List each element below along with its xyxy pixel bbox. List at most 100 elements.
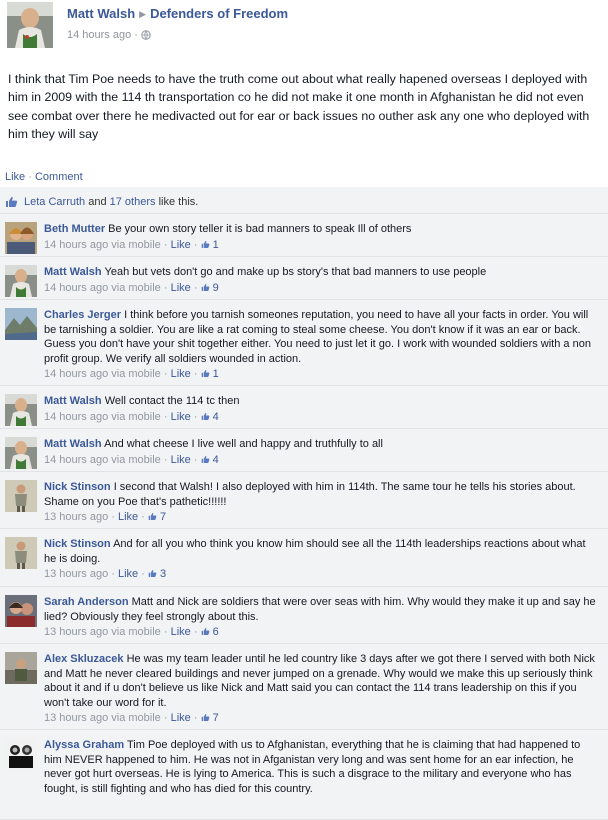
comment-author-link[interactable]: Alex Skluzacek bbox=[44, 653, 124, 665]
comment-like-link[interactable]: Like bbox=[118, 511, 138, 523]
comment-like-count[interactable]: 6 bbox=[201, 626, 219, 638]
comment-like-count[interactable]: 1 bbox=[201, 368, 219, 380]
comment-text-line: Matt Walsh And what cheese I live well a… bbox=[44, 437, 598, 452]
comment-timestamp[interactable]: 14 hours ago via mobile bbox=[44, 368, 161, 380]
comment-text-line: Alex Skluzacek He was my team leader unt… bbox=[44, 652, 598, 710]
like-link[interactable]: Like bbox=[5, 171, 25, 183]
comment-timestamp[interactable]: 13 hours ago bbox=[44, 568, 108, 580]
commenter-avatar[interactable] bbox=[5, 738, 37, 770]
post-timestamp[interactable]: 14 hours ago bbox=[67, 29, 131, 41]
likes-and-text: and bbox=[88, 196, 107, 208]
comment-meta: 14 hours ago via mobile · Like · 1 bbox=[44, 238, 219, 251]
comment-like-link[interactable]: Like bbox=[171, 712, 191, 724]
commenter-avatar[interactable] bbox=[5, 308, 37, 340]
comment-text: Be your own story teller it is bad manne… bbox=[108, 223, 412, 235]
commenter-avatar[interactable] bbox=[5, 480, 37, 512]
comment-like-count-value: 7 bbox=[160, 511, 167, 523]
comment-list: Beth Mutter Be your own story teller it … bbox=[0, 214, 608, 820]
comment-like-count-value: 4 bbox=[212, 410, 219, 423]
thumbs-up-icon bbox=[201, 713, 210, 722]
globe-icon bbox=[141, 30, 151, 40]
comment-timestamp[interactable]: 14 hours ago via mobile bbox=[44, 239, 161, 251]
comment-like-link[interactable]: Like bbox=[171, 282, 191, 294]
group-name-link[interactable]: Defenders of Freedom bbox=[150, 6, 288, 21]
comment-text-line: Nick Stinson I second that Walsh! I also… bbox=[44, 480, 598, 509]
comment-author-link[interactable]: Nick Stinson bbox=[44, 481, 111, 493]
comment-like-count[interactable]: 1 bbox=[201, 239, 219, 251]
comment-author-link[interactable]: Matt Walsh bbox=[44, 438, 102, 450]
author-name-link[interactable]: Matt Walsh bbox=[67, 6, 135, 21]
commenter-avatar[interactable] bbox=[5, 595, 37, 627]
liker-name-link[interactable]: Leta Carruth bbox=[24, 196, 85, 208]
thumbs-up-icon bbox=[201, 412, 210, 421]
comment-like-count-value: 1 bbox=[212, 368, 219, 380]
comment-author-link[interactable]: Beth Mutter bbox=[44, 223, 105, 235]
comment-text: I think before you tarnish someones repu… bbox=[44, 309, 591, 365]
comment-like-link[interactable]: Like bbox=[171, 239, 191, 251]
comment-like-link[interactable]: Like bbox=[171, 411, 191, 423]
comment-like-link[interactable]: Like bbox=[171, 454, 191, 466]
comment-meta: 14 hours ago via mobile · Like · 4 bbox=[44, 410, 219, 423]
comment-timestamp[interactable]: 13 hours ago via mobile bbox=[44, 712, 161, 724]
comment-item: Beth Mutter Be your own story teller it … bbox=[0, 214, 608, 257]
comment-author-link[interactable]: Nick Stinson bbox=[44, 538, 111, 550]
comment-author-link[interactable]: Matt Walsh bbox=[44, 266, 102, 278]
comment-timestamp[interactable]: 13 hours ago via mobile bbox=[44, 626, 161, 638]
commenter-avatar[interactable] bbox=[5, 652, 37, 684]
comment-link[interactable]: Comment bbox=[35, 171, 83, 183]
thumbs-up-icon bbox=[5, 196, 18, 208]
comment-like-count[interactable]: 7 bbox=[148, 511, 166, 523]
comment-like-count-value: 6 bbox=[212, 626, 219, 638]
thumbs-up-icon bbox=[201, 455, 210, 464]
comment-author-link[interactable]: Sarah Anderson bbox=[44, 596, 129, 608]
comment-like-count[interactable]: 4 bbox=[201, 411, 219, 423]
commenter-avatar[interactable] bbox=[5, 265, 37, 297]
comment-like-count[interactable]: 7 bbox=[201, 712, 219, 724]
thumbs-up-icon bbox=[201, 627, 210, 636]
likes-summary: Leta Carruth and 17 others like this. bbox=[0, 187, 608, 214]
likers-others-link[interactable]: 17 others bbox=[110, 196, 156, 208]
author-avatar[interactable] bbox=[7, 2, 53, 48]
comment-text: He was my team leader until he led count… bbox=[44, 653, 595, 709]
comment-timestamp[interactable]: 14 hours ago via mobile bbox=[44, 282, 161, 294]
comment-timestamp[interactable]: 14 hours ago via mobile bbox=[44, 411, 161, 423]
thumbs-up-icon bbox=[201, 240, 210, 249]
comment-author-link[interactable]: Alyssa Graham bbox=[44, 739, 124, 751]
comment-timestamp[interactable]: 13 hours ago bbox=[44, 511, 108, 523]
comment-timestamp[interactable]: 14 hours ago via mobile bbox=[44, 454, 161, 466]
comment-item: Alex Skluzacek He was my team leader unt… bbox=[0, 644, 608, 730]
commenter-avatar[interactable] bbox=[5, 222, 37, 254]
post-timestamp-line: 14 hours ago · bbox=[67, 29, 151, 41]
comment-text: And for all you who think you know him s… bbox=[44, 538, 586, 565]
comment-like-link[interactable]: Like bbox=[118, 568, 138, 580]
comment-author-link[interactable]: Charles Jerger bbox=[44, 309, 121, 321]
comment-item: Matt Walsh Well contact the 114 tc then 1… bbox=[0, 386, 608, 429]
comment-text-line: Matt Walsh Yeah but vets don't go and ma… bbox=[44, 265, 598, 280]
comment-like-count-value: 4 bbox=[212, 453, 219, 466]
comment-content: Matt Walsh Yeah but vets don't go and ma… bbox=[0, 265, 608, 295]
comment-item: Sarah Anderson Matt and Nick are soldier… bbox=[0, 587, 608, 644]
comment-text: Tim Poe deployed with us to Afghanistan,… bbox=[44, 739, 581, 795]
comment-content: Alex Skluzacek He was my team leader unt… bbox=[0, 652, 608, 725]
comment-like-count[interactable]: 4 bbox=[201, 454, 219, 466]
comment-item: Matt Walsh Yeah but vets don't go and ma… bbox=[0, 257, 608, 300]
commenter-avatar[interactable] bbox=[5, 437, 37, 469]
post-author-line: Matt Walsh ▶ Defenders of Freedom bbox=[67, 6, 288, 21]
thumbs-up-icon bbox=[148, 512, 157, 521]
comment-like-count-value: 1 bbox=[212, 238, 219, 251]
thumbs-up-icon bbox=[148, 569, 157, 578]
comment-content: Nick Stinson I second that Walsh! I also… bbox=[0, 480, 608, 524]
comment-author-link[interactable]: Matt Walsh bbox=[44, 395, 102, 407]
commenter-avatar[interactable] bbox=[5, 394, 37, 426]
likes-suffix-text: like this. bbox=[158, 196, 199, 208]
comment-like-count[interactable]: 3 bbox=[148, 568, 166, 580]
comment-content: Nick Stinson And for all you who think y… bbox=[0, 537, 608, 581]
commenter-avatar[interactable] bbox=[5, 537, 37, 569]
comment-like-link[interactable]: Like bbox=[171, 626, 191, 638]
separator-dot: · bbox=[134, 29, 138, 41]
comment-like-link[interactable]: Like bbox=[171, 368, 191, 380]
comment-like-count-value: 7 bbox=[212, 712, 219, 724]
comment-text-line: Sarah Anderson Matt and Nick are soldier… bbox=[44, 595, 598, 624]
comment-text-line: Matt Walsh Well contact the 114 tc then bbox=[44, 394, 598, 409]
comment-like-count[interactable]: 9 bbox=[201, 282, 219, 294]
